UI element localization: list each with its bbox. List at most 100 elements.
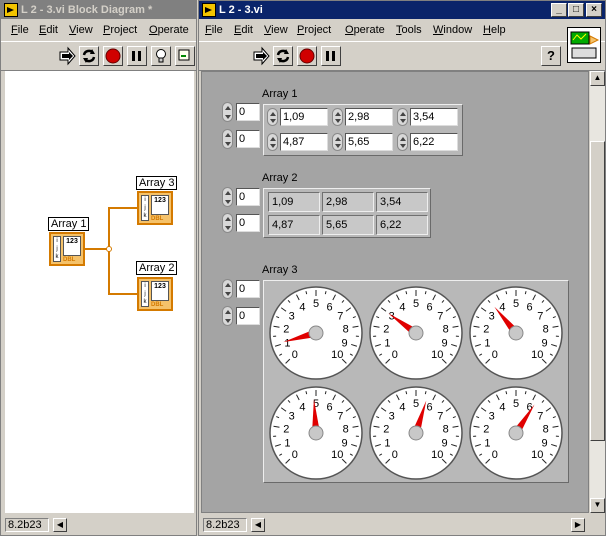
menu-edit[interactable]: Edit [39, 24, 58, 36]
gauge: 012345678910 [268, 385, 364, 481]
scroll-down-icon[interactable]: ▼ [590, 498, 605, 513]
diagram-titlebar[interactable]: L 2 - 3.vi Block Diagram * [1, 1, 196, 19]
increment-decrement-icon[interactable] [397, 133, 408, 151]
index-spinner[interactable] [222, 187, 233, 207]
array1-label[interactable]: Array 1 [262, 88, 297, 100]
array3-label[interactable]: Array 3 [262, 264, 297, 276]
gauge-scale-label: 2 [283, 423, 289, 435]
vi-connector-icon[interactable] [567, 27, 601, 63]
run-arrow-icon[interactable] [57, 46, 77, 66]
gauge-scale-label: 3 [389, 410, 395, 422]
menu-view[interactable]: View [264, 24, 288, 36]
array1-label[interactable]: Array 1 [48, 217, 90, 231]
menu-operate[interactable]: Operate [149, 24, 189, 36]
panel-titlebar[interactable]: L 2 - 3.vi _ □ × [199, 1, 605, 19]
array2-col-index-value[interactable]: 0 [236, 214, 260, 232]
diagram-status-bar: 8.2b23 ◀ [1, 517, 198, 533]
array3-label[interactable]: Array 3 [136, 176, 178, 190]
array2-row-index-value[interactable]: 0 [236, 188, 260, 206]
context-help-button[interactable]: ? [541, 46, 561, 66]
front-panel-canvas[interactable]: Array 1 0 0 1,09 2,98 3,54 4,87 5,65 6,2… [201, 71, 589, 513]
array2-label[interactable]: Array 2 [136, 261, 178, 275]
array1-col-index-value[interactable]: 0 [236, 130, 260, 148]
gauge-hub [508, 425, 524, 441]
array2-indicator-terminal[interactable]: ijk 123 DBL [137, 277, 173, 311]
menu-file[interactable]: File [205, 24, 223, 36]
menu-help[interactable]: Help [483, 24, 506, 36]
gauge-scale-label: 3 [289, 310, 295, 322]
abort-execution-icon[interactable] [297, 46, 317, 66]
array3-row-index[interactable]: 0 [222, 279, 262, 299]
menu-project[interactable]: Project [103, 24, 137, 36]
increment-decrement-icon[interactable] [397, 108, 408, 126]
index-spinner[interactable] [222, 102, 233, 122]
array1-element-value[interactable]: 4,87 [280, 133, 328, 151]
array3-col-index[interactable]: 0 [222, 306, 262, 326]
gauge-scale-label: 8 [443, 423, 449, 435]
highlight-execution-icon[interactable] [151, 46, 171, 66]
index-spinner[interactable] [222, 129, 233, 149]
scroll-up-icon[interactable]: ▲ [590, 71, 605, 86]
scrollbar-thumb[interactable] [590, 141, 605, 441]
array2-label[interactable]: Array 2 [262, 172, 297, 184]
retain-wire-values-icon[interactable] [175, 46, 195, 66]
index-spinner[interactable] [222, 306, 233, 326]
array1-element-value[interactable]: 2,98 [345, 108, 393, 126]
dbl-type-label: DBL [151, 216, 164, 222]
gauge-scale-label: 5 [413, 398, 419, 410]
increment-decrement-icon[interactable] [332, 108, 343, 126]
array2-col-index[interactable]: 0 [222, 213, 262, 233]
pause-icon[interactable] [127, 46, 147, 66]
index-spinner[interactable] [222, 213, 233, 233]
menu-tools[interactable]: Tools [396, 24, 422, 36]
pause-icon[interactable] [321, 46, 341, 66]
gauge: 012345678910 [368, 385, 464, 481]
scroll-right-icon[interactable]: ▶ [571, 518, 585, 532]
run-continuously-icon[interactable] [79, 46, 99, 66]
gauge-hub [308, 425, 324, 441]
array1-element-value[interactable]: 3,54 [410, 108, 458, 126]
panel-vertical-scrollbar[interactable]: ▲ ▼ [590, 71, 605, 513]
menu-file[interactable]: File [11, 24, 29, 36]
run-continuously-icon[interactable] [273, 46, 293, 66]
array3-row-index-value[interactable]: 0 [236, 280, 260, 298]
array1-row-index-value[interactable]: 0 [236, 103, 260, 121]
array1-frame: 1,09 2,98 3,54 4,87 5,65 6,22 [263, 104, 463, 156]
array3-col-index-value[interactable]: 0 [236, 307, 260, 325]
index-spinner[interactable] [222, 279, 233, 299]
scroll-left-icon[interactable]: ◀ [251, 518, 265, 532]
gauge: 012345678910 [468, 385, 564, 481]
array1-col-index[interactable]: 0 [222, 129, 262, 149]
array1-row-index[interactable]: 0 [222, 102, 262, 122]
array1-element-value[interactable]: 6,22 [410, 133, 458, 151]
close-button[interactable]: × [586, 3, 602, 17]
maximize-button[interactable]: □ [568, 3, 584, 17]
labview-vi-icon [202, 3, 216, 17]
increment-decrement-icon[interactable] [332, 133, 343, 151]
run-arrow-icon[interactable] [251, 46, 271, 66]
array3-indicator-terminal[interactable]: ijk 123 DBL [137, 191, 173, 225]
abort-execution-icon[interactable] [103, 46, 123, 66]
gauge-scale-label: 0 [492, 349, 498, 361]
increment-decrement-icon[interactable] [267, 108, 278, 126]
array2-row-index[interactable]: 0 [222, 187, 262, 207]
menu-edit[interactable]: Edit [234, 24, 253, 36]
scroll-left-icon[interactable]: ◀ [53, 518, 67, 532]
menu-view[interactable]: View [69, 24, 93, 36]
gauge-scale-label: 10 [431, 349, 443, 361]
gauge-scale-label: 8 [443, 323, 449, 335]
menu-operate[interactable]: Operate [345, 24, 385, 36]
gauge-scale-label: 10 [331, 449, 343, 461]
gauge-tick [305, 291, 308, 295]
array1-control-terminal[interactable]: ijk 123 DBL [49, 232, 85, 266]
menu-window[interactable]: Window [433, 24, 472, 36]
gauge-scale-label: 5 [513, 298, 519, 310]
gauge-scale-label: 1 [384, 337, 390, 349]
increment-decrement-icon[interactable] [267, 133, 278, 151]
minimize-button[interactable]: _ [551, 3, 567, 17]
menu-project[interactable]: Project [297, 24, 331, 36]
block-diagram-canvas[interactable]: Array 1 ijk 123 DBL Array 3 ijk 123 DBL … [5, 71, 194, 513]
array1-element-value[interactable]: 1,09 [280, 108, 328, 126]
gauge-scale-label: 6 [327, 401, 333, 413]
array1-element-value[interactable]: 5,65 [345, 133, 393, 151]
